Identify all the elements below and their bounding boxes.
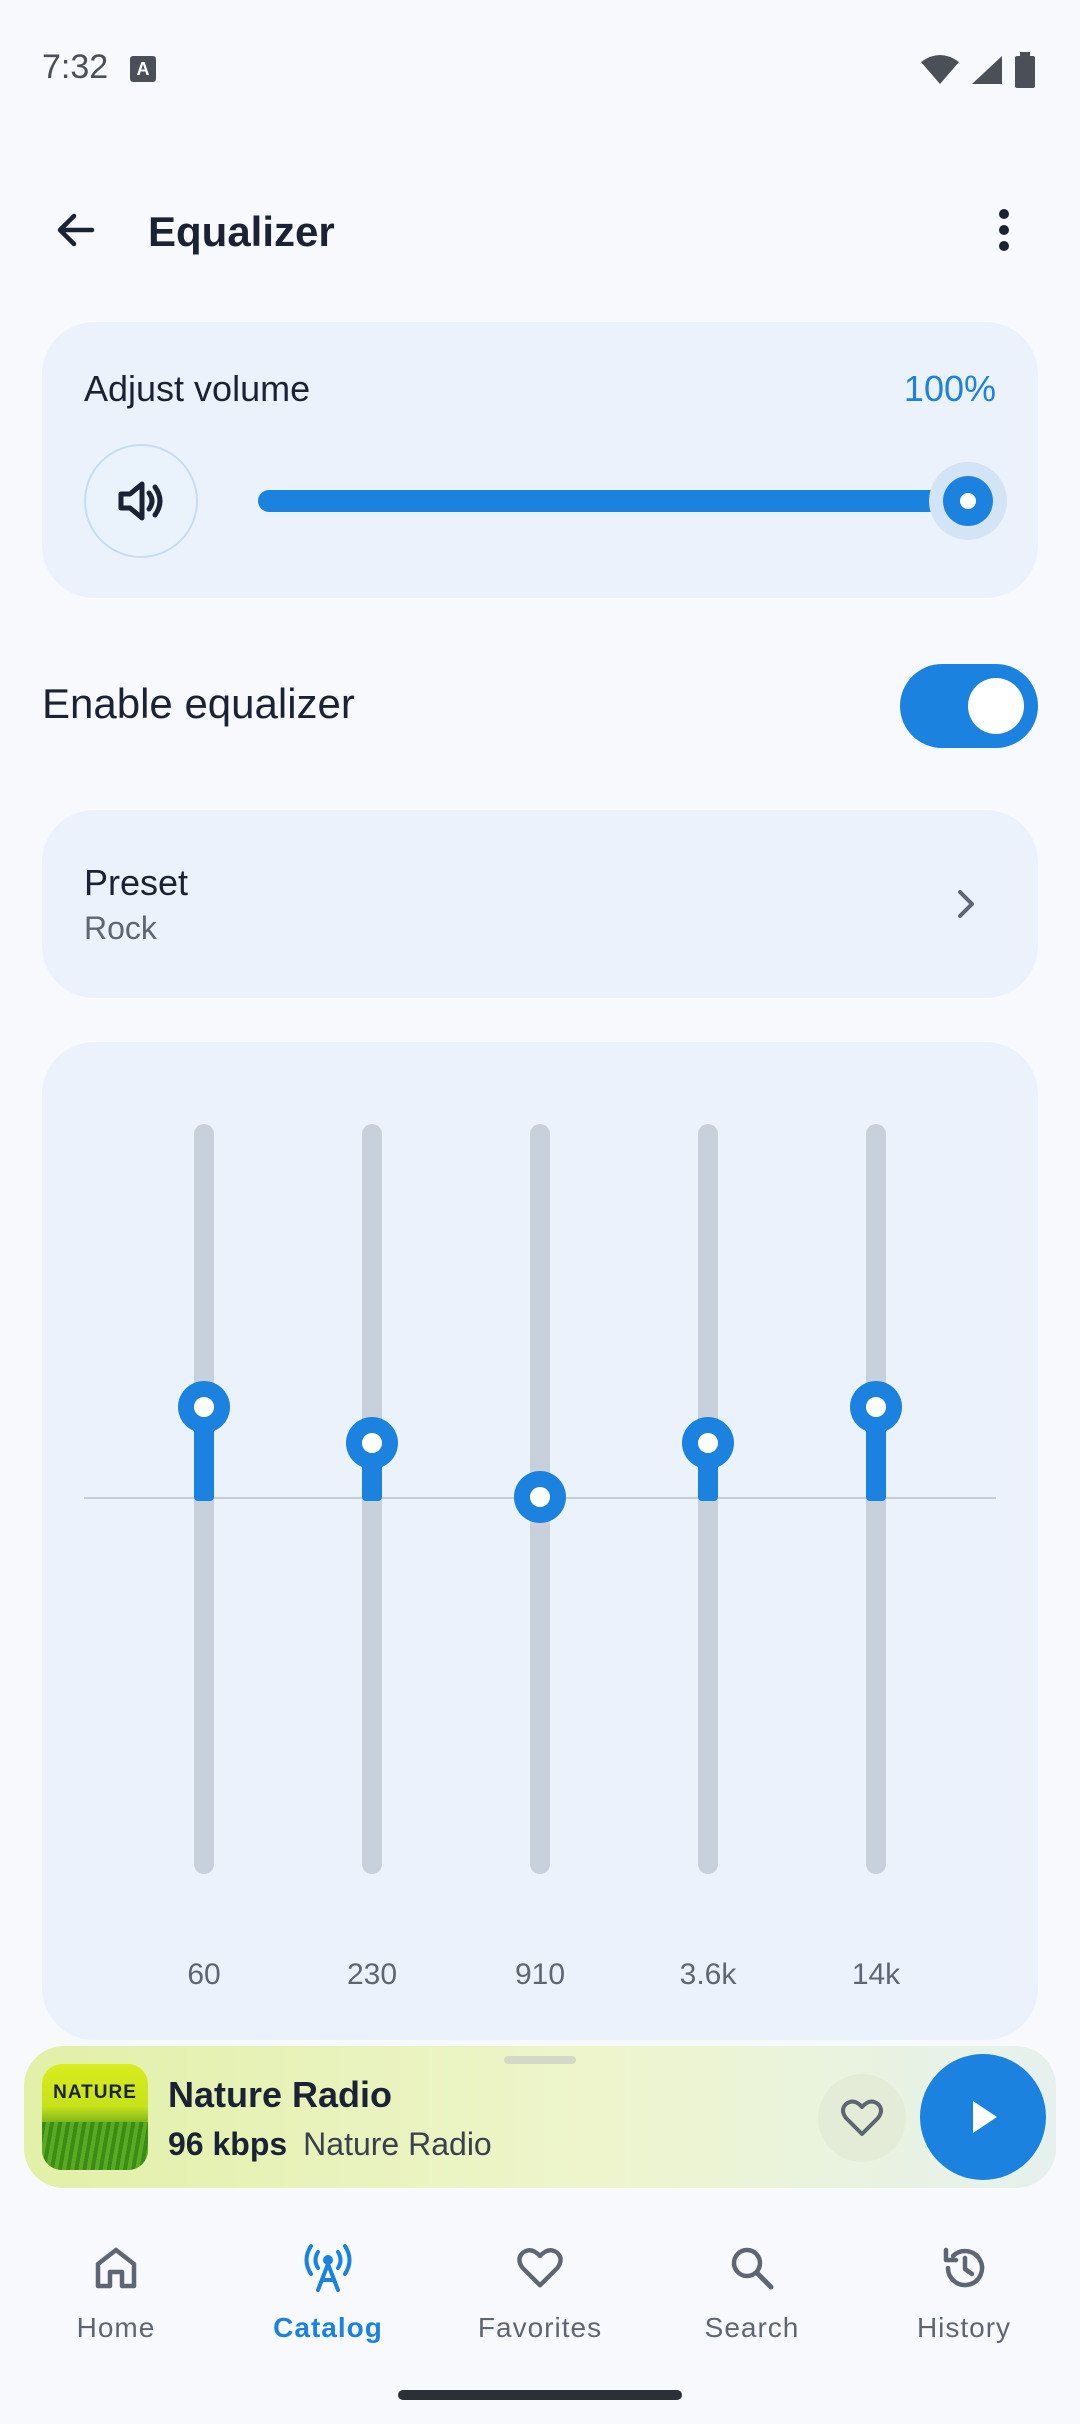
band-thumb[interactable] [850, 1381, 902, 1433]
status-icons [920, 52, 1036, 88]
nav-label-catalog: Catalog [273, 2312, 383, 2343]
player-station: Nature Radio [303, 2126, 492, 2162]
volume-slider[interactable] [258, 490, 974, 512]
volume-icon [118, 481, 163, 521]
equalizer-bands-card: 60 230 910 3.6k 14k [42, 1042, 1038, 2040]
band-label: 910 [514, 1958, 566, 1991]
nav-label-history: History [916, 2312, 1012, 2343]
band-thumb[interactable] [682, 1417, 734, 1469]
band-slider-2[interactable]: 910 [480, 1042, 600, 2040]
search-icon [722, 2238, 782, 2298]
cell-signal-icon [972, 56, 1002, 84]
app-bar: Equalizer [0, 170, 1080, 290]
player-bitrate: 96 kbps [168, 2126, 288, 2162]
preset-row[interactable]: Preset Rock [42, 810, 1038, 998]
nav-item-favorites[interactable]: Favorites [432, 2224, 648, 2354]
status-bar: 7:32 A [0, 0, 1080, 140]
volume-mute-button[interactable] [84, 444, 198, 558]
nav-label-home: Home [76, 2312, 156, 2343]
volume-label: Adjust volume [84, 368, 311, 409]
play-icon [973, 2101, 997, 2133]
notification-badge-icon: A [130, 56, 156, 82]
heart-outline-icon [841, 2099, 883, 2136]
band-label: 60 [187, 1958, 221, 1991]
equalizer-toggle-label: Enable equalizer [42, 680, 355, 727]
band-slider-3[interactable]: 3.6k [648, 1042, 768, 2040]
player-title: Nature Radio [168, 2074, 393, 2115]
player-subtitle: 96 kbps Nature Radio [168, 2126, 492, 2163]
band-label: 3.6k [679, 1958, 737, 1991]
status-time: 7:32 [42, 48, 109, 86]
nav-label-favorites: Favorites [477, 2312, 603, 2343]
equalizer-switch-knob [968, 678, 1024, 734]
preset-title: Preset [84, 862, 189, 903]
play-button[interactable] [920, 2054, 1046, 2180]
preset-value: Rock [84, 910, 157, 946]
band-thumb[interactable] [178, 1381, 230, 1433]
home-icon [86, 2238, 146, 2298]
artwork-text: NATURE [53, 2082, 137, 2103]
more-options-button[interactable] [964, 190, 1044, 270]
mini-player[interactable]: NATURE Nature Radio 96 kbps Nature Radio [24, 2046, 1056, 2188]
player-drag-handle[interactable] [504, 2056, 576, 2064]
favorite-button[interactable] [818, 2074, 906, 2162]
nav-label-search: Search [704, 2312, 800, 2343]
history-icon [934, 2238, 994, 2298]
band-thumb[interactable] [514, 1471, 566, 1523]
antenna-icon [298, 2238, 358, 2298]
heart-icon [510, 2238, 570, 2298]
volume-slider-thumb[interactable] [943, 476, 993, 526]
volume-slider-fill [258, 490, 974, 512]
back-button[interactable] [36, 190, 116, 270]
band-slider-1[interactable]: 230 [312, 1042, 432, 2040]
band-thumb[interactable] [346, 1417, 398, 1469]
band-slider-4[interactable]: 14k [816, 1042, 936, 2040]
nav-item-home[interactable]: Home [8, 2224, 224, 2354]
wifi-icon [921, 55, 959, 84]
home-indicator [398, 2390, 682, 2400]
volume-value: 100% [903, 368, 996, 409]
band-label: 14k [851, 1958, 901, 1991]
equalizer-switch[interactable] [900, 664, 1038, 748]
nav-item-history[interactable]: History [856, 2224, 1072, 2354]
more-vert-icon [999, 209, 1009, 251]
nav-item-catalog[interactable]: Catalog [220, 2224, 436, 2354]
battery-icon [1015, 52, 1035, 88]
chevron-right-icon [936, 874, 996, 934]
equalizer-toggle-row: Enable equalizer [42, 660, 1038, 750]
artwork-grass [42, 2122, 148, 2170]
volume-card: Adjust volume 100% [42, 322, 1038, 598]
band-slider-0[interactable]: 60 [144, 1042, 264, 2040]
station-artwork: NATURE [42, 2064, 148, 2170]
nav-item-search[interactable]: Search [644, 2224, 860, 2354]
page-title: Equalizer [148, 208, 335, 255]
band-label: 230 [346, 1958, 398, 1991]
arrow-back-icon [57, 213, 95, 247]
